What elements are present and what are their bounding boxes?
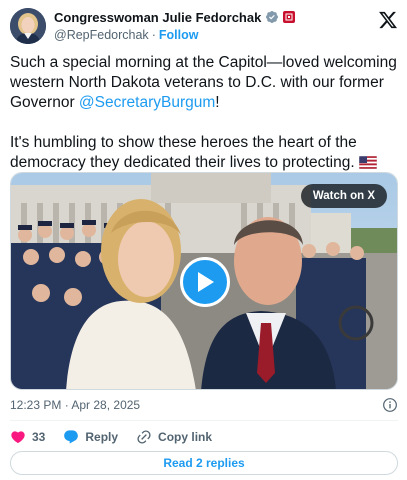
- timestamp-link[interactable]: 12:23 PM · Apr 28, 2025: [10, 398, 140, 412]
- copy-link-button[interactable]: Copy link: [136, 429, 212, 445]
- avatar[interactable]: [10, 8, 46, 44]
- heart-icon: [11, 431, 25, 444]
- video-thumbnail[interactable]: Watch on X: [10, 172, 398, 390]
- link-icon: [137, 430, 151, 444]
- verified-badge-icon: [266, 11, 279, 23]
- post-paragraph-1: Such a special morning at the Capitol—lo…: [10, 53, 400, 113]
- play-button[interactable]: [180, 257, 230, 307]
- follow-button[interactable]: Follow: [159, 28, 199, 42]
- read-replies-button[interactable]: Read 2 replies: [10, 451, 398, 475]
- x-logo-icon[interactable]: [378, 10, 398, 30]
- mention-link[interactable]: @SecretaryBurgum: [79, 94, 215, 111]
- post-text-exclaim: !: [215, 94, 220, 111]
- reply-label: Reply: [85, 430, 119, 444]
- divider: [10, 420, 398, 421]
- like-button[interactable]: 33: [10, 429, 45, 445]
- handle-row: @RepFedorchak · Follow: [54, 28, 198, 42]
- reply-bubble-icon: [64, 430, 79, 444]
- author-handle[interactable]: @RepFedorchak: [54, 28, 149, 42]
- post-text-second: It's humbling to show these heroes the h…: [10, 134, 357, 171]
- post-header: Congresswoman Julie Fedorchak @RepFedorc…: [10, 8, 398, 44]
- post-text: Such a special morning at the Capitol—lo…: [10, 53, 400, 175]
- info-icon[interactable]: [382, 397, 398, 413]
- reply-button[interactable]: Reply: [63, 429, 118, 445]
- action-bar: 33 Reply Copy link: [10, 428, 230, 446]
- separator-dot: ·: [151, 28, 156, 42]
- play-icon: [198, 272, 214, 292]
- author-name[interactable]: Congresswoman Julie Fedorchak: [54, 10, 261, 25]
- name-row: Congresswoman Julie Fedorchak: [54, 9, 296, 25]
- post-paragraph-2: It's humbling to show these heroes the h…: [10, 133, 400, 175]
- embedded-post-card: Congresswoman Julie Fedorchak @RepFedorc…: [0, 0, 407, 480]
- copy-link-label: Copy link: [158, 430, 213, 444]
- post-meta: 12:23 PM · Apr 28, 2025: [10, 397, 398, 413]
- watch-on-x-button[interactable]: Watch on X: [300, 184, 387, 208]
- affiliation-badge-icon: [283, 11, 296, 23]
- like-count: 33: [32, 430, 46, 444]
